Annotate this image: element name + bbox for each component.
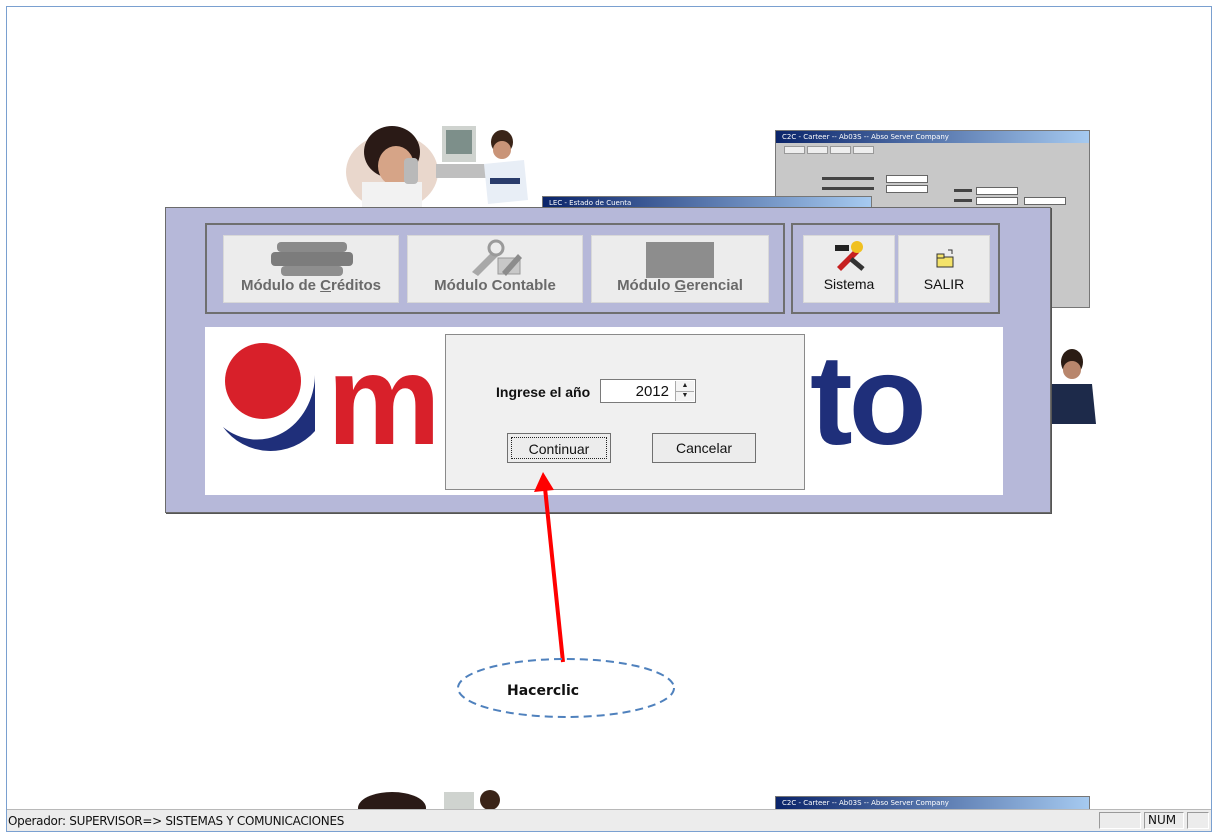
creditos-module-label: Módulo de Créditos <box>240 277 381 294</box>
company-logo-icon <box>223 343 315 451</box>
status-panel-end <box>1187 812 1209 829</box>
modules-group: Módulo de Créditos Módulo Contable Módul… <box>205 223 785 314</box>
sistema-label: Sistema <box>823 276 875 292</box>
annotation-text: Hacerclic <box>507 683 580 699</box>
background-window-title: C2C - Carteer -- Ab03S -- Abso Server Co… <box>776 131 1089 143</box>
pen-wrench-icon <box>472 239 522 276</box>
creditos-module-icon <box>271 242 353 276</box>
gerencial-module-label: Módulo Gerencial <box>617 277 743 294</box>
continue-button[interactable]: Continuar <box>507 433 611 463</box>
background-photo-man-desk <box>1052 349 1096 424</box>
contable-module-button[interactable]: Módulo Contable <box>407 235 583 303</box>
status-num-indicator: NUM <box>1144 812 1184 829</box>
status-bar: Operador: SUPERVISOR=> SISTEMAS Y COMUNI… <box>7 809 1211 831</box>
cancel-label: Cancelar <box>675 440 733 456</box>
annotation-arrow <box>534 472 565 663</box>
salir-label: SALIR <box>923 276 965 292</box>
background-window-tabs <box>784 146 874 154</box>
logo-text-right: to <box>810 329 927 472</box>
background-photo-office-worker <box>436 126 528 204</box>
background-window-bottom: C2C - Carteer -- Ab03S -- Abso Server Co… <box>775 796 1090 809</box>
contable-module-label: Módulo Contable <box>434 277 556 294</box>
folder-exit-icon <box>936 249 954 268</box>
gerencial-module-button[interactable]: Módulo Gerencial <box>591 235 769 303</box>
sistema-button[interactable]: Sistema <box>803 235 895 303</box>
spinner-down-icon[interactable]: ▼ <box>676 391 694 401</box>
year-spinner-arrows: ▲ ▼ <box>675 381 694 401</box>
cancel-button[interactable]: Cancelar <box>652 433 756 463</box>
salir-button[interactable]: SALIR <box>898 235 990 303</box>
year-spinner[interactable]: 2012 ▲ ▼ <box>600 379 696 403</box>
gerencial-module-icon <box>646 242 714 278</box>
status-panel-blank <box>1099 812 1141 829</box>
year-value[interactable]: 2012 <box>636 383 669 400</box>
system-group: Sistema SALIR <box>791 223 1000 314</box>
creditos-module-button[interactable]: Módulo de Créditos <box>223 235 399 303</box>
tools-icon <box>835 241 865 271</box>
logo-text-left: m <box>327 329 441 472</box>
year-label: Ingrese el año <box>496 384 591 400</box>
status-operator-text: Operador: SUPERVISOR=> SISTEMAS Y COMUNI… <box>8 814 345 828</box>
background-photo-bottom <box>358 790 500 810</box>
background-photo-woman-phone <box>346 126 438 210</box>
year-dialog: Ingrese el año 2012 ▲ ▼ Continuar Cancel… <box>445 334 805 490</box>
background-window-title: C2C - Carteer -- Ab03S -- Abso Server Co… <box>776 797 1089 809</box>
continue-label: Continuar <box>511 437 607 459</box>
